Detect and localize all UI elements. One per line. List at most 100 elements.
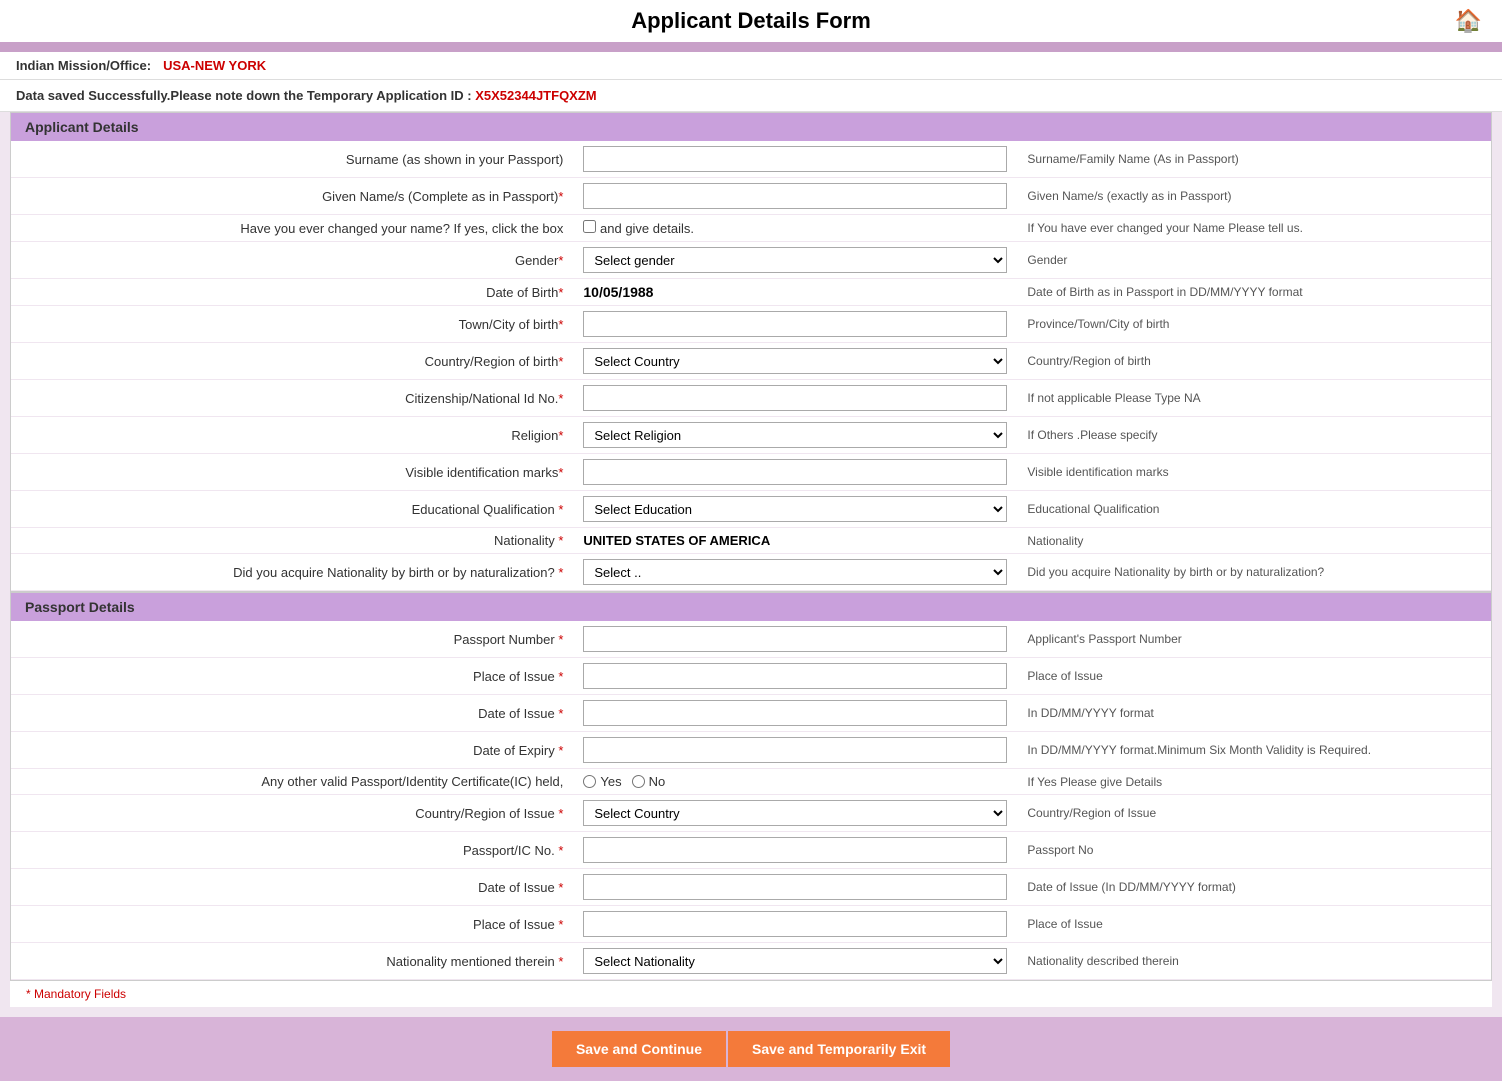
passport-ic-no-hint: Passport No bbox=[1017, 832, 1491, 869]
nationality-acquisition-hint: Did you acquire Nationality by birth or … bbox=[1017, 554, 1491, 591]
name-change-input-cell: and give details. bbox=[573, 215, 1017, 242]
table-row: Passport/IC No. * Passport No bbox=[11, 832, 1491, 869]
passport-form-table: Passport Number * Applicant's Passport N… bbox=[11, 621, 1491, 980]
date-of-issue-hint: In DD/MM/YYYY format bbox=[1017, 695, 1491, 732]
page-title: Applicant Details Form bbox=[631, 8, 871, 34]
given-names-label: Given Name/s (Complete as in Passport)* bbox=[11, 178, 573, 215]
footer-buttons: Save and Continue Save and Temporarily E… bbox=[0, 1017, 1502, 1081]
nationality-acquisition-select[interactable]: Select .. Birth Naturalization bbox=[583, 559, 1007, 585]
table-row: Citizenship/National Id No.* If not appl… bbox=[11, 380, 1491, 417]
date-of-expiry-hint: In DD/MM/YYYY format.Minimum Six Month V… bbox=[1017, 732, 1491, 769]
nationality-therein-hint: Nationality described therein bbox=[1017, 943, 1491, 980]
applicant-section-header: Applicant Details bbox=[11, 113, 1491, 141]
table-row: Nationality * UNITED STATES OF AMERICA N… bbox=[11, 528, 1491, 554]
other-passport-input-cell: Yes No bbox=[573, 769, 1017, 795]
date-of-issue-input[interactable] bbox=[583, 700, 1007, 726]
main-content: Applicant Details Surname (as shown in y… bbox=[0, 112, 1502, 1017]
table-row: Country/Region of birth* Select Country … bbox=[11, 343, 1491, 380]
date-of-issue-input-cell bbox=[573, 695, 1017, 732]
national-id-label: Citizenship/National Id No.* bbox=[11, 380, 573, 417]
ic-place-of-issue-input-cell bbox=[573, 906, 1017, 943]
nationality-therein-select[interactable]: Select Nationality bbox=[583, 948, 1007, 974]
nationality-value-cell: UNITED STATES OF AMERICA bbox=[573, 528, 1017, 554]
gender-label: Gender* bbox=[11, 242, 573, 279]
ic-date-of-issue-input[interactable] bbox=[583, 874, 1007, 900]
surname-input[interactable] bbox=[583, 146, 1007, 172]
nationality-therein-label: Nationality mentioned therein * bbox=[11, 943, 573, 980]
table-row: Did you acquire Nationality by birth or … bbox=[11, 554, 1491, 591]
given-names-input-cell bbox=[573, 178, 1017, 215]
ic-place-of-issue-hint: Place of Issue bbox=[1017, 906, 1491, 943]
table-row: Educational Qualification * Select Educa… bbox=[11, 491, 1491, 528]
national-id-input-cell bbox=[573, 380, 1017, 417]
no-radio-label[interactable]: No bbox=[632, 774, 666, 789]
country-of-birth-input-cell: Select Country bbox=[573, 343, 1017, 380]
education-select[interactable]: Select Education Below Matriculation Mat… bbox=[583, 496, 1007, 522]
country-of-birth-label: Country/Region of birth* bbox=[11, 343, 573, 380]
religion-select[interactable]: Select Religion Hindu Muslim Christian S… bbox=[583, 422, 1007, 448]
yes-radio[interactable] bbox=[583, 775, 596, 788]
religion-hint: If Others .Please specify bbox=[1017, 417, 1491, 454]
save-exit-button[interactable]: Save and Temporarily Exit bbox=[728, 1031, 950, 1067]
gender-select[interactable]: Select gender Male Female Other bbox=[583, 247, 1007, 273]
ic-place-of-issue-input[interactable] bbox=[583, 911, 1007, 937]
dob-label: Date of Birth* bbox=[11, 279, 573, 306]
identification-marks-hint: Visible identification marks bbox=[1017, 454, 1491, 491]
place-of-issue-input[interactable] bbox=[583, 663, 1007, 689]
date-of-expiry-input[interactable] bbox=[583, 737, 1007, 763]
table-row: Given Name/s (Complete as in Passport)* … bbox=[11, 178, 1491, 215]
place-of-issue-hint: Place of Issue bbox=[1017, 658, 1491, 695]
ic-place-of-issue-label: Place of Issue * bbox=[11, 906, 573, 943]
surname-input-cell bbox=[573, 141, 1017, 178]
nationality-acquisition-input-cell: Select .. Birth Naturalization bbox=[573, 554, 1017, 591]
other-passport-radio-group: Yes No bbox=[583, 774, 1007, 789]
nationality-label: Nationality * bbox=[11, 528, 573, 554]
save-continue-button[interactable]: Save and Continue bbox=[552, 1031, 726, 1067]
table-row: Date of Issue * Date of Issue (In DD/MM/… bbox=[11, 869, 1491, 906]
no-radio[interactable] bbox=[632, 775, 645, 788]
table-row: Passport Number * Applicant's Passport N… bbox=[11, 621, 1491, 658]
given-names-input[interactable] bbox=[583, 183, 1007, 209]
passport-number-label: Passport Number * bbox=[11, 621, 573, 658]
identification-marks-label: Visible identification marks* bbox=[11, 454, 573, 491]
country-of-birth-hint: Country/Region of birth bbox=[1017, 343, 1491, 380]
name-change-label: Have you ever changed your name? If yes,… bbox=[11, 215, 573, 242]
education-label: Educational Qualification * bbox=[11, 491, 573, 528]
city-of-birth-input-cell bbox=[573, 306, 1017, 343]
name-change-hint: If You have ever changed your Name Pleas… bbox=[1017, 215, 1491, 242]
identification-marks-input-cell bbox=[573, 454, 1017, 491]
name-change-checkbox[interactable] bbox=[583, 220, 596, 233]
religion-label: Religion* bbox=[11, 417, 573, 454]
application-id: X5X52344JTFQXZM bbox=[475, 88, 596, 103]
mission-value: USA-NEW YORK bbox=[163, 58, 266, 73]
nationality-hint: Nationality bbox=[1017, 528, 1491, 554]
table-row: Date of Issue * In DD/MM/YYYY format bbox=[11, 695, 1491, 732]
national-id-input[interactable] bbox=[583, 385, 1007, 411]
gender-input-cell: Select gender Male Female Other bbox=[573, 242, 1017, 279]
ic-date-of-issue-label: Date of Issue * bbox=[11, 869, 573, 906]
identification-marks-input[interactable] bbox=[583, 459, 1007, 485]
table-row: Gender* Select gender Male Female Other … bbox=[11, 242, 1491, 279]
city-of-birth-hint: Province/Town/City of birth bbox=[1017, 306, 1491, 343]
table-row: Place of Issue * Place of Issue bbox=[11, 906, 1491, 943]
mission-label: Indian Mission/Office: bbox=[16, 58, 151, 73]
passport-number-input-cell bbox=[573, 621, 1017, 658]
dob-value: 10/05/1988 bbox=[583, 284, 653, 300]
home-icon[interactable]: 🏠 bbox=[1455, 8, 1482, 34]
city-of-birth-label: Town/City of birth* bbox=[11, 306, 573, 343]
header: Applicant Details Form 🏠 bbox=[0, 0, 1502, 44]
table-row: Visible identification marks* Visible id… bbox=[11, 454, 1491, 491]
top-bar: Indian Mission/Office: USA-NEW YORK bbox=[0, 52, 1502, 80]
passport-number-input[interactable] bbox=[583, 626, 1007, 652]
country-of-issue-select[interactable]: Select Country bbox=[583, 800, 1007, 826]
passport-section-header: Passport Details bbox=[11, 593, 1491, 621]
passport-details-section: Passport Details Passport Number * Appli… bbox=[10, 592, 1492, 981]
yes-radio-label[interactable]: Yes bbox=[583, 774, 621, 789]
table-row: Town/City of birth* Province/Town/City o… bbox=[11, 306, 1491, 343]
ic-date-of-issue-input-cell bbox=[573, 869, 1017, 906]
passport-ic-no-input[interactable] bbox=[583, 837, 1007, 863]
applicant-form-table: Surname (as shown in your Passport) Surn… bbox=[11, 141, 1491, 591]
country-of-birth-select[interactable]: Select Country bbox=[583, 348, 1007, 374]
success-text: Data saved Successfully.Please note down… bbox=[16, 88, 472, 103]
city-of-birth-input[interactable] bbox=[583, 311, 1007, 337]
